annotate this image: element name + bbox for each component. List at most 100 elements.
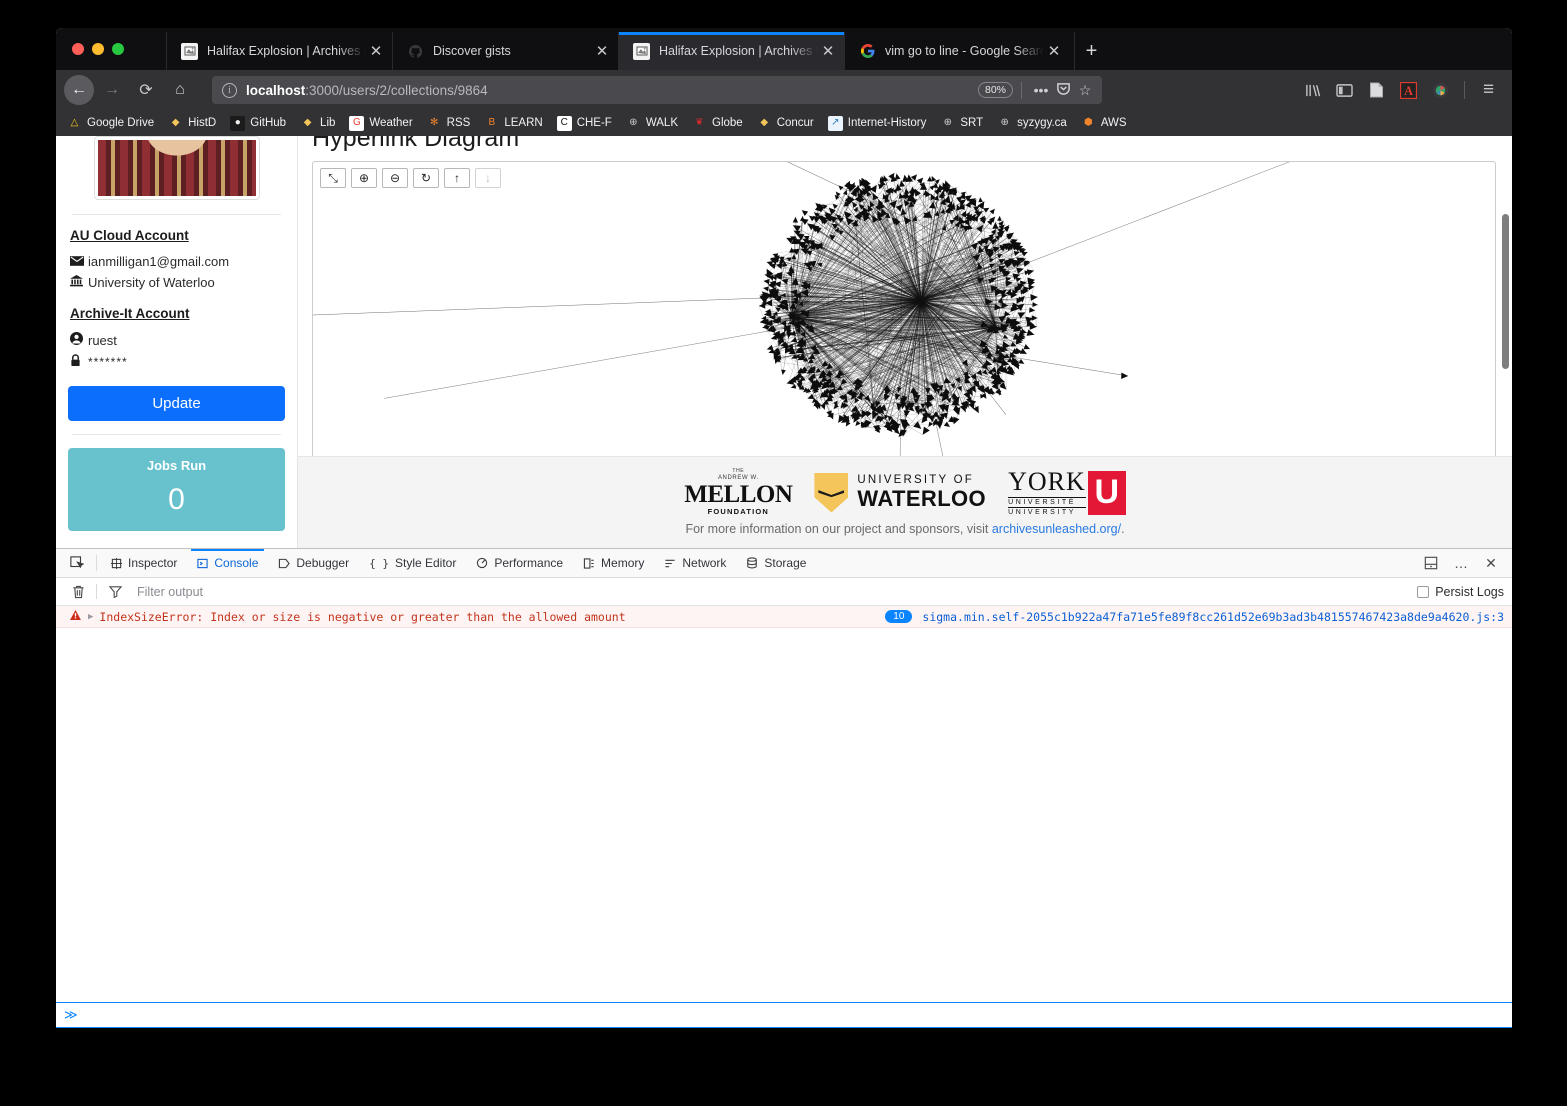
page-scrollbar-thumb[interactable] [1502,214,1509,369]
console-output[interactable]: ▶ IndexSizeError: Index or size is negat… [56,606,1512,1028]
close-tab-button[interactable]: ✕ [366,41,386,61]
console-log-row[interactable]: ▶ IndexSizeError: Index or size is negat… [56,606,1512,628]
devtools-tab-performance[interactable]: Performance [466,549,573,578]
mellon-foundation-logo: THE ANDREW W. MELLON FOUNDATION [684,469,793,517]
zoom-in-button[interactable]: ⊕ [351,168,377,188]
devtools-tab-memory[interactable]: Memory [573,549,654,578]
address-bar[interactable]: i localhost:3000/users/2/collections/986… [212,76,1102,104]
hyperlink-diagram-container[interactable]: ⤡ ⊕ ⊖ ↻ ↑ ↓ [312,161,1496,460]
aws-icon: ⬢ [1083,117,1093,128]
hamburger-menu-icon[interactable]: ≡ [1473,75,1504,105]
forward-button[interactable]: → [96,75,128,105]
password-value: ******* [88,355,128,369]
navigation-toolbar: ← → ⟳ ⌂ i localhost:3000/users/2/collect… [56,70,1512,110]
mellon-line4: FOUNDATION [707,507,770,517]
bookmarks-bar: △ Google Drive ◆ HistD ● GitHub ◆ Lib G Weather ✻ R… [56,110,1512,136]
devtools-tab-label: Debugger [296,555,350,570]
avatar [93,136,260,200]
browser-tab-2[interactable]: Discover gists ✕ [392,32,618,70]
upload-button[interactable]: ↑ [444,168,470,188]
close-tab-button[interactable]: ✕ [818,41,838,61]
archives-unleashed-link[interactable]: archivesunleashed.org/ [992,522,1121,536]
tab-title: Halifax Explosion | Archives Unl [207,44,366,58]
bookmark-label: WALK [645,117,678,129]
persist-logs-checkbox[interactable] [1417,585,1430,598]
fullscreen-button[interactable]: ⤡ [320,168,346,188]
library-icon[interactable] [1297,75,1328,105]
expand-log-arrow[interactable]: ▶ [88,612,93,622]
page-actions-icon[interactable]: ••• [1030,82,1052,98]
bookmark-item[interactable]: ⊕ SRT [933,112,990,134]
console-input-row[interactable]: ≫ [56,1002,1512,1028]
sidebar-icon[interactable] [1329,75,1360,105]
reload-button[interactable]: ⟳ [130,75,162,105]
zoom-window-button[interactable] [112,43,124,55]
maple-leaf-icon: ❦ [695,117,704,128]
bookmark-item[interactable]: ↗ Internet-History [821,112,934,134]
site-info-icon[interactable]: i [222,82,237,98]
zoom-out-button[interactable]: ⊖ [382,168,408,188]
bookmark-item[interactable]: ⊕ WALK [619,112,685,134]
filter-output-input[interactable]: Filter output [129,585,1417,599]
reader-page-icon[interactable] [1361,75,1392,105]
bookmark-item[interactable]: ◆ Concur [750,112,821,134]
devtools-tab-inspector[interactable]: Inspector [101,549,187,578]
minimize-window-button[interactable] [92,43,104,55]
bookmark-item[interactable]: B LEARN [477,112,549,134]
devtools-tab-style-editor[interactable]: { } Style Editor [359,549,466,578]
funnel-icon[interactable] [101,585,129,598]
devtools-right-buttons: … ✕ [1418,550,1512,576]
back-button[interactable]: ← [64,75,94,105]
bookmark-item[interactable]: △ Google Drive [60,112,161,134]
acrobat-icon[interactable]: A [1393,75,1424,105]
bookmark-item[interactable]: ⬢ AWS [1074,112,1134,134]
devtools-tab-network[interactable]: Network [654,549,736,578]
new-tab-button[interactable]: + [1074,32,1108,70]
bookmark-star-icon[interactable]: ☆ [1074,82,1096,99]
more-options-button[interactable]: … [1448,550,1474,576]
zoom-level-badge[interactable]: 80% [977,82,1013,98]
extension-icon[interactable] [1425,75,1456,105]
bookmark-item[interactable]: ◆ HistD [161,112,223,134]
bank-icon [70,275,88,290]
reset-button[interactable]: ↻ [413,168,439,188]
close-tab-button[interactable]: ✕ [592,41,612,61]
close-tab-button[interactable]: ✕ [1044,41,1064,61]
devtools-tab-storage[interactable]: Storage [736,549,816,578]
home-button[interactable]: ⌂ [164,75,196,105]
close-window-button[interactable] [72,43,84,55]
bookmark-item[interactable]: G Weather [342,112,419,134]
trash-icon[interactable] [64,585,92,599]
browser-tab-1[interactable]: Halifax Explosion | Archives Unl ✕ [166,32,392,70]
element-picker-icon[interactable] [62,556,92,570]
browser-tab-3-active[interactable]: Halifax Explosion | Archives Unl ✕ [618,32,844,70]
update-button[interactable]: Update [68,386,285,421]
jobs-run-count: 0 [168,483,185,516]
network-graph-canvas[interactable] [313,162,1495,460]
york-line1: YORK [1008,467,1086,496]
log-source-link[interactable]: sigma.min.self-2055c1b922a47fa71e5fe89f8… [922,610,1504,624]
bookmark-item[interactable]: ⊕ syzygy.ca [990,112,1074,134]
profile-photo [97,140,256,196]
divider [72,214,281,215]
bookmark-item[interactable]: ● GitHub [223,112,293,134]
pocket-icon[interactable] [1052,81,1074,99]
devtools-tab-console[interactable]: Console [187,548,268,578]
bookmark-item[interactable]: ❦ Globe [685,112,750,134]
persist-logs-toggle[interactable]: Persist Logs [1417,585,1504,599]
bookmark-item[interactable]: C CHE-F [550,112,619,134]
bookmark-label: HistD [188,117,217,129]
email-value: ianmilligan1@gmail.com [88,254,230,269]
devtools-tab-debugger[interactable]: Debugger [268,549,359,578]
sponsor-note-suffix: . [1121,522,1125,536]
close-devtools-button[interactable]: ✕ [1478,550,1504,576]
browser-tab-4[interactable]: vim go to line - Google Search ✕ [844,32,1070,70]
bookmark-item[interactable]: ◆ Lib [293,112,342,134]
bookmark-item[interactable]: ✻ RSS [420,112,478,134]
inspector-icon [111,557,122,569]
york-university-logo: YORK UNIVERSITÉ UNIVERSITY U [1008,469,1126,516]
debugger-icon [278,558,291,569]
globe-icon: ⊕ [943,117,953,128]
dock-bottom-button[interactable] [1418,550,1444,576]
institution-row: University of Waterloo [70,275,285,290]
